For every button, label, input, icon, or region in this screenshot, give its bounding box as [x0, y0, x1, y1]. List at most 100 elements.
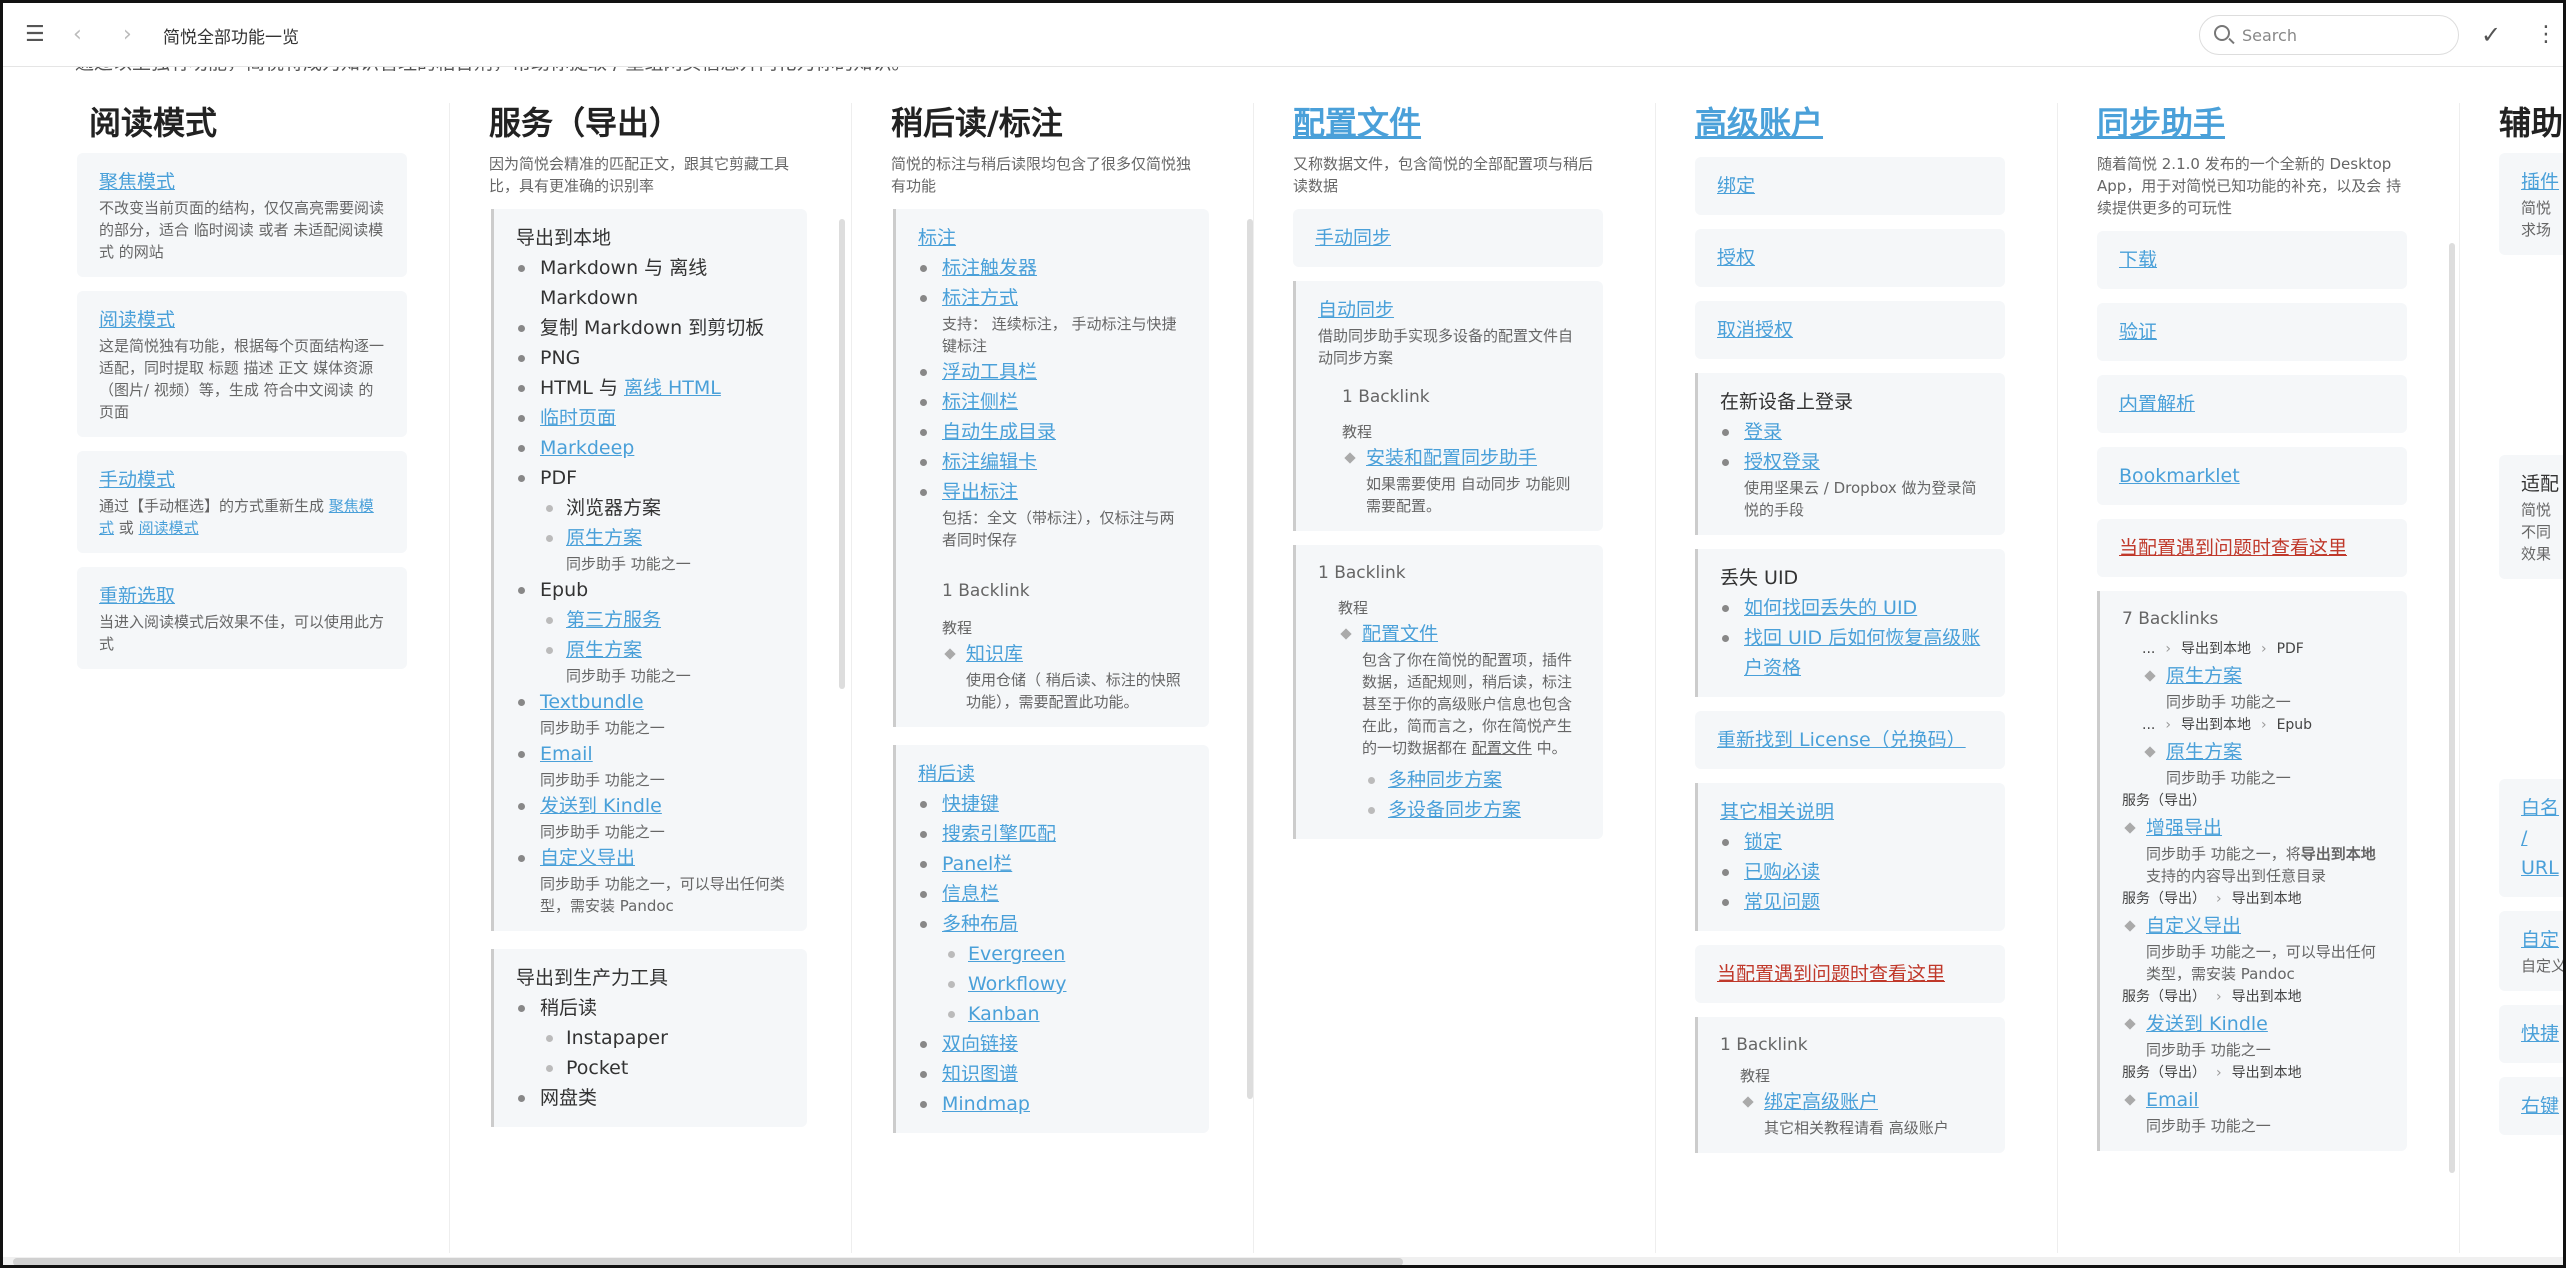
bookmarklet-link[interactable]: Bookmarklet: [2119, 461, 2385, 491]
link[interactable]: 搜索引擎匹配: [942, 823, 1056, 845]
custom-link[interactable]: 自定: [2521, 925, 2563, 955]
bind-account-link[interactable]: 绑定高级账户: [1764, 1091, 1878, 1113]
card-export-productivity[interactable]: 导出到生产力工具 稍后读 Instapaper Pocket 网盘类: [491, 949, 807, 1127]
email-link[interactable]: Email: [2146, 1089, 2199, 1111]
column-heading-link[interactable]: 高级账户: [1695, 103, 2013, 143]
link[interactable]: 已购必读: [1744, 861, 1820, 883]
card-focus-mode[interactable]: 聚焦模式 不改变当前页面的结构，仅仅高亮需要阅读的部分，适合 临时阅读 或者 未…: [77, 153, 407, 277]
reading-mode-inline-link[interactable]: 阅读模式: [139, 519, 199, 537]
config-file-link[interactable]: 配置文件: [1362, 623, 1438, 645]
other-notes-link[interactable]: 其它相关说明: [1720, 797, 1983, 827]
column-scrollbar[interactable]: [839, 219, 845, 689]
card-reselect[interactable]: 重新选取 当进入阅读模式后效果不佳，可以使用此方式: [77, 567, 407, 669]
card-annotation[interactable]: 标注 标注触发器 标注方式 支持： 连续标注， 手动标注与快捷键标注 浮动工具栏 …: [893, 209, 1209, 727]
card-license[interactable]: 重新找到 License（兑换码）: [1695, 711, 2005, 769]
bind-link[interactable]: 绑定: [1717, 171, 1983, 201]
trouble-link[interactable]: 当配置遇到问题时查看这里: [1717, 959, 1983, 989]
card-reading-mode[interactable]: 阅读模式 这是简悦独有功能，根据每个页面结构逐一适配，同时提取 标题 描述 正文…: [77, 291, 407, 437]
kindle-link[interactable]: 发送到 Kindle: [540, 795, 662, 817]
link[interactable]: Workflowy: [968, 973, 1067, 995]
card-read-later[interactable]: 稍后读 快捷键 搜索引擎匹配 Panel栏 信息栏 多种布局 Evergreen…: [893, 745, 1209, 1133]
auto-sync-link[interactable]: 自动同步: [1318, 295, 1581, 325]
parse-link[interactable]: 内置解析: [2119, 389, 2385, 419]
card-trouble[interactable]: 当配置遇到问题时查看这里: [1695, 945, 2005, 1003]
card-unauth[interactable]: 取消授权: [1695, 301, 2005, 359]
unauth-link[interactable]: 取消授权: [1717, 315, 1983, 345]
custom-export-link[interactable]: 自定义导出: [540, 847, 635, 869]
card-right-click[interactable]: 右键: [2499, 1077, 2563, 1135]
restore-link[interactable]: 找回 UID 后如何恢复高级账户资格: [1744, 627, 1980, 679]
enhanced-export-link[interactable]: 增强导出: [2146, 817, 2222, 839]
column-heading-link[interactable]: 配置文件: [1293, 103, 1611, 143]
focus-mode-link[interactable]: 聚焦模式: [99, 167, 385, 197]
card-bookmarklet[interactable]: Bookmarklet: [2097, 447, 2407, 505]
card-custom[interactable]: 自定 自定义: [2499, 911, 2563, 991]
install-helper-link[interactable]: 安装和配置同步助手: [1366, 447, 1537, 469]
markdeep-link[interactable]: Markdeep: [540, 437, 634, 459]
search-input[interactable]: [2242, 24, 2442, 46]
native-link[interactable]: 原生方案: [2166, 741, 2242, 763]
native-link[interactable]: 原生方案: [2166, 665, 2242, 687]
kb-link[interactable]: 知识库: [966, 643, 1023, 665]
temp-page-link[interactable]: 临时页面: [540, 407, 616, 429]
kindle-link[interactable]: 发送到 Kindle: [2146, 1013, 2268, 1035]
shortcut-link[interactable]: 快捷: [2521, 1019, 2563, 1049]
link[interactable]: 浮动工具栏: [942, 361, 1037, 383]
link[interactable]: 锁定: [1744, 831, 1782, 853]
link[interactable]: 标注触发器: [942, 257, 1037, 279]
horizontal-scrollbar[interactable]: [3, 1257, 2563, 1265]
column-scrollbar[interactable]: [2449, 243, 2455, 1173]
verify-link[interactable]: 验证: [2119, 317, 2385, 347]
card-other-notes[interactable]: 其它相关说明 锁定 已购必读 常见问题: [1695, 783, 2005, 931]
card-helper-backlinks[interactable]: 7 Backlinks ... › 导出到本地 › PDF 原生方案 同步助手 功能之一 …: [2097, 591, 2407, 1151]
menu-icon[interactable]: ☰: [25, 21, 45, 49]
card-trouble[interactable]: 当配置遇到问题时查看这里: [2097, 519, 2407, 577]
manual-mode-link[interactable]: 手动模式: [99, 465, 385, 495]
link[interactable]: Mindmap: [942, 1093, 1030, 1115]
link[interactable]: 标注编辑卡: [942, 451, 1037, 473]
native-link[interactable]: 原生方案: [566, 527, 642, 549]
annotation-link[interactable]: 标注: [918, 223, 1187, 253]
link[interactable]: Panel栏: [942, 853, 1012, 875]
reading-mode-link[interactable]: 阅读模式: [99, 305, 385, 335]
link[interactable]: 常见问题: [1744, 891, 1820, 913]
link[interactable]: 标注方式: [942, 287, 1018, 309]
license-link[interactable]: 重新找到 License（兑换码）: [1717, 725, 1983, 755]
link[interactable]: 多种布局: [942, 913, 1018, 935]
auth-login-link[interactable]: 授权登录: [1744, 451, 1820, 473]
card-manual-mode[interactable]: 手动模式 通过【手动框选】的方式重新生成 聚焦模式 或 阅读模式: [77, 451, 407, 553]
login-link[interactable]: 登录: [1744, 421, 1782, 443]
card-export-local[interactable]: 导出到本地 Markdown 与 离线 Markdown 复制 Markdown…: [491, 209, 807, 931]
card-account-backlinks[interactable]: 1 Backlink 教程 绑定高级账户 其它相关教程请看 高级账户: [1695, 1017, 2005, 1153]
search-box[interactable]: [2199, 15, 2459, 55]
reselect-link[interactable]: 重新选取: [99, 581, 385, 611]
card-bind[interactable]: 绑定: [1695, 157, 2005, 215]
card-whitelist[interactable]: 白名 / URL: [2499, 779, 2563, 897]
auth-link[interactable]: 授权: [1717, 243, 1983, 273]
card-parse[interactable]: 内置解析: [2097, 375, 2407, 433]
link[interactable]: Evergreen: [968, 943, 1065, 965]
offline-html-link[interactable]: 离线 HTML: [624, 377, 721, 399]
trouble-link[interactable]: 当配置遇到问题时查看这里: [2119, 533, 2385, 563]
card-auth[interactable]: 授权: [1695, 229, 2005, 287]
link[interactable]: 导出标注: [942, 481, 1018, 503]
card-manual-sync[interactable]: 手动同步: [1293, 209, 1603, 267]
email-link[interactable]: Email: [540, 743, 593, 765]
back-icon[interactable]: ‹: [73, 21, 82, 49]
check-icon[interactable]: ✓: [2481, 21, 2501, 49]
find-uid-link[interactable]: 如何找回丢失的 UID: [1744, 597, 1917, 619]
link[interactable]: 标注侧栏: [942, 391, 1018, 413]
card-lost-uid[interactable]: 丢失 UID 如何找回丢失的 UID 找回 UID 后如何恢复高级账户资格: [1695, 549, 2005, 697]
card-config-backlinks[interactable]: 1 Backlink 教程 配置文件 包含了你在简悦的配置项，插件数据，适配规则…: [1293, 545, 1603, 839]
third-party-link[interactable]: 第三方服务: [566, 609, 661, 631]
plugin-link[interactable]: 插件: [2521, 167, 2563, 197]
right-click-link[interactable]: 右键: [2521, 1091, 2563, 1121]
card-shortcut[interactable]: 快捷: [2499, 1005, 2563, 1063]
link[interactable]: 知识图谱: [942, 1063, 1018, 1085]
card-download[interactable]: 下载: [2097, 231, 2407, 289]
link[interactable]: 双向链接: [942, 1033, 1018, 1055]
card-verify[interactable]: 验证: [2097, 303, 2407, 361]
forward-icon[interactable]: ›: [123, 21, 132, 49]
scrollbar-thumb[interactable]: [13, 1258, 1403, 1265]
link[interactable]: 快捷键: [942, 793, 999, 815]
